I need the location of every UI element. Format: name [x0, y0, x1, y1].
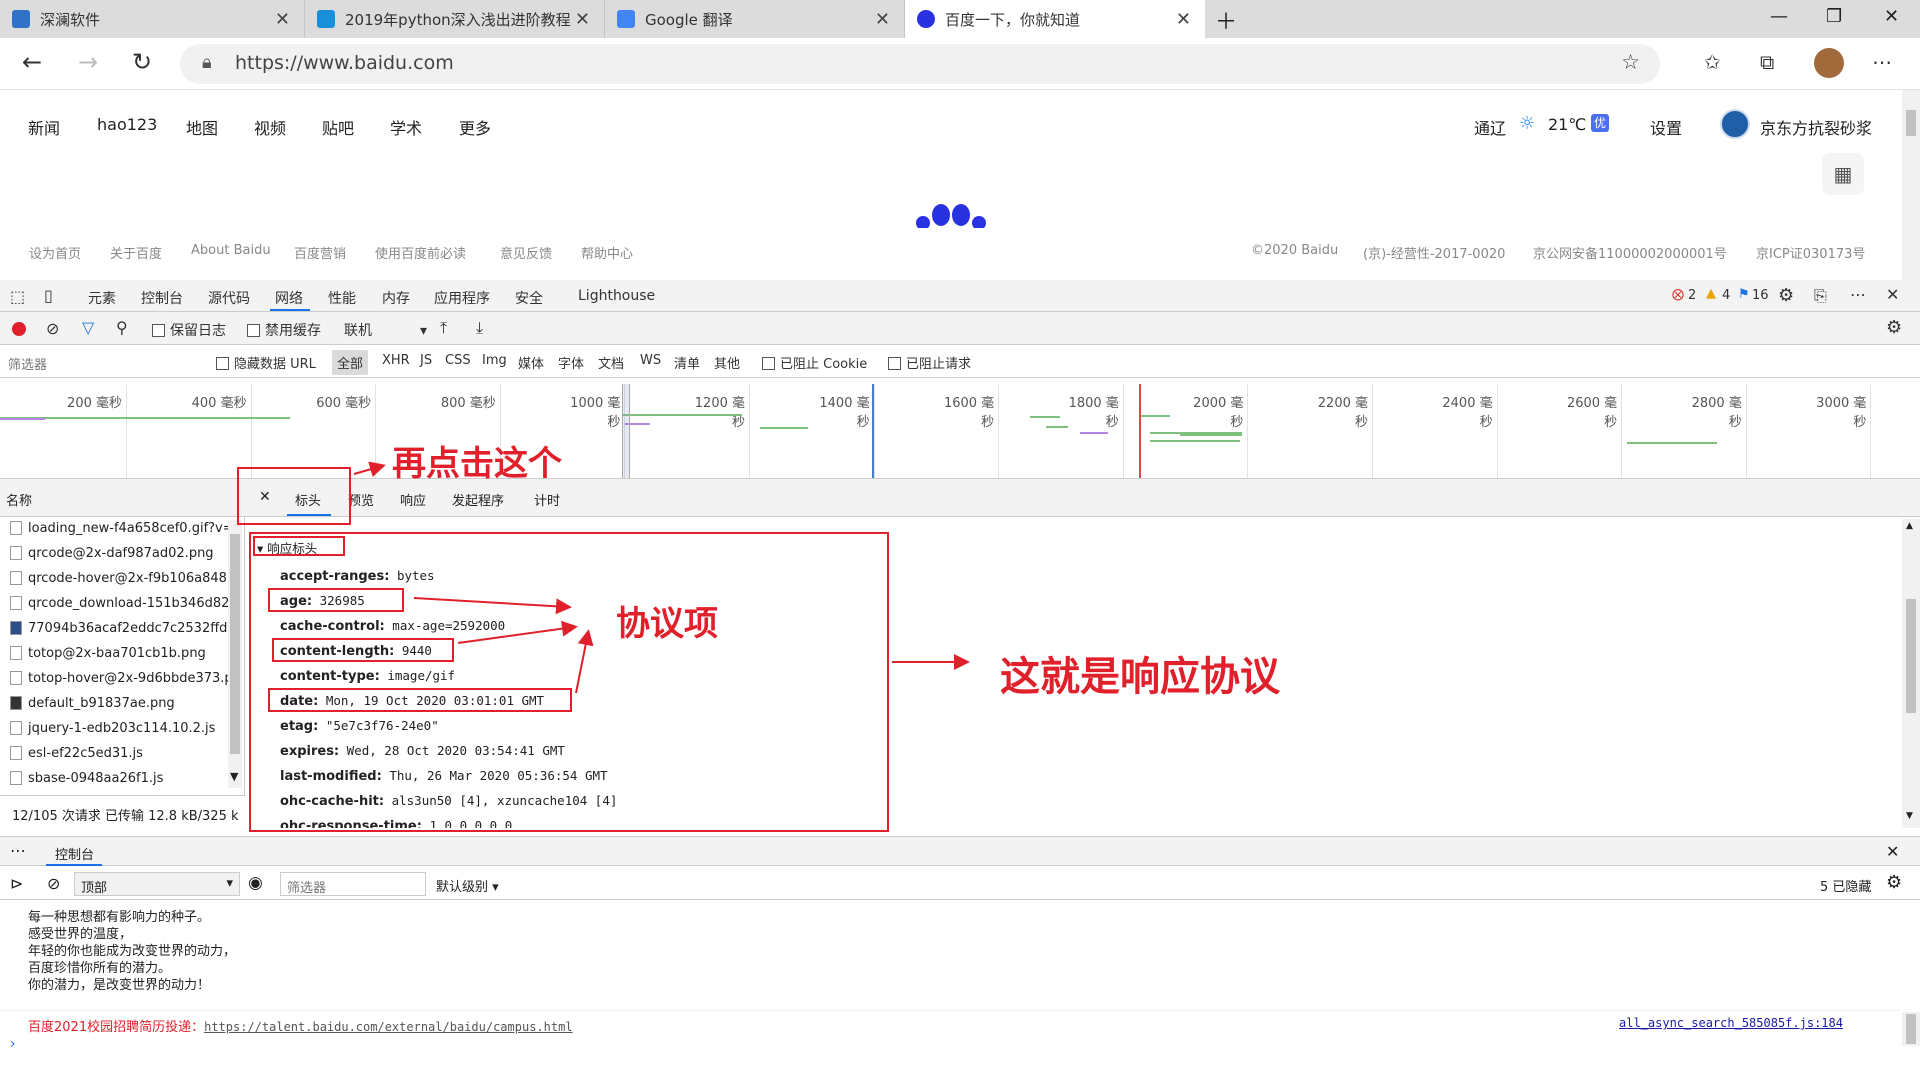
recruit-text: 百度2021校园招聘简历投递： [28, 1020, 205, 1035]
drawer-tab-console[interactable]: 控制台 [55, 844, 94, 863]
drawer-menu-icon[interactable]: ⋯ [10, 841, 26, 860]
annotation-protocol-items: 协议项 [616, 604, 718, 644]
annotation-response-protocol: 这就是响应协议 [1000, 654, 1280, 700]
console-settings-gear-icon[interactable]: ⚙ [1886, 872, 1902, 893]
close-drawer-icon[interactable]: ✕ [1886, 842, 1899, 861]
active-tab-indicator [46, 864, 102, 866]
console-filter-input[interactable]: 筛选器 [280, 872, 426, 896]
clear-console-icon[interactable]: ⊘ [47, 874, 60, 893]
chevron-down-icon: ▾ [226, 876, 233, 891]
source-link[interactable]: all_async_search_585085f.js:184 [1619, 1016, 1843, 1030]
console-filter-placeholder: 筛选器 [287, 881, 327, 896]
log-level-select[interactable]: 默认级别 ▾ [436, 876, 499, 895]
annotation-click-again: 再点击这个 [392, 444, 562, 484]
live-expression-eye-icon[interactable]: ◉ [248, 873, 263, 893]
console-prompt-icon[interactable]: › [10, 1036, 16, 1052]
console-scrollbar[interactable] [1902, 1012, 1920, 1046]
context-value: 顶部 [81, 881, 108, 896]
annotation-box-date [268, 688, 572, 712]
recruit-message: 百度2021校园招聘简历投递：https://talent.baidu.com/… [28, 1016, 573, 1035]
log-level-value: 默认级别 [436, 880, 489, 895]
annotation-box-content-length [272, 638, 454, 662]
context-select[interactable]: 顶部 ▾ [74, 872, 240, 896]
console-line: 你的潜力，是改变世界的动力！ [28, 978, 211, 993]
annotation-box-response-headers [249, 532, 889, 832]
annotation-box-section [253, 536, 345, 556]
recruit-link[interactable]: https://talent.baidu.com/external/baidu/… [204, 1020, 572, 1034]
console-toolbar: ⊳ ⊘ 顶部 ▾ ◉ 筛选器 默认级别 ▾ 5 已隐藏 ⚙ [0, 868, 1920, 900]
annotation-box-age [268, 588, 404, 612]
hidden-count: 5 已隐藏 [1820, 880, 1872, 895]
console-drawer-header: ⋯ 控制台 ✕ [0, 836, 1920, 866]
sidebar-toggle-icon[interactable]: ⊳ [10, 874, 23, 893]
